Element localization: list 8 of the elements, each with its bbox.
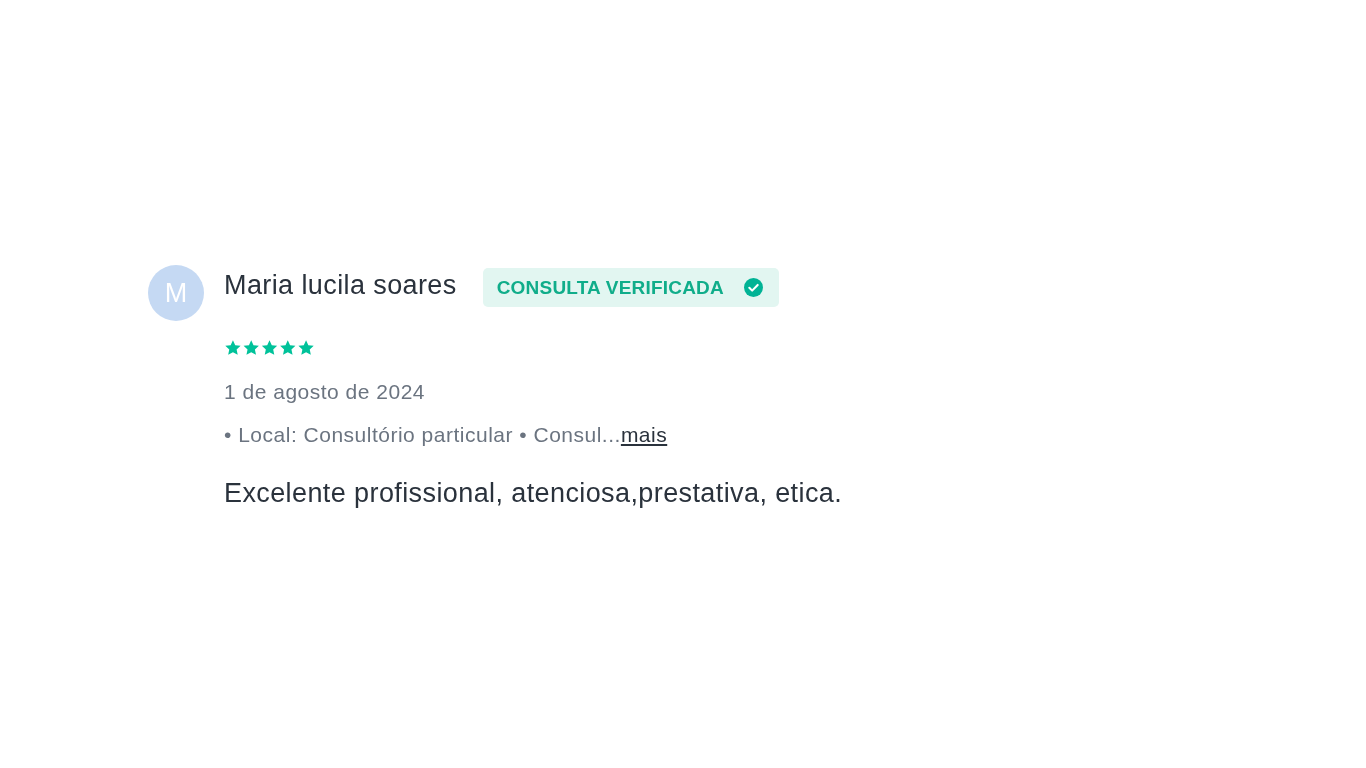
verified-label: CONSULTA VERIFICADA — [496, 276, 724, 299]
check-circle-icon — [743, 278, 763, 297]
review-date: 1 de agosto de 2024 — [224, 380, 426, 404]
consultation-details: • Local: Consultório particular • Consul...mais — [224, 423, 669, 447]
avatar: M — [148, 265, 204, 321]
author-name: Maria lucila soares — [224, 268, 457, 301]
review-comment: Excelente profissional, atenciosa,prestativa, etica. — [224, 477, 843, 509]
more-link[interactable]: mais — [620, 423, 668, 446]
